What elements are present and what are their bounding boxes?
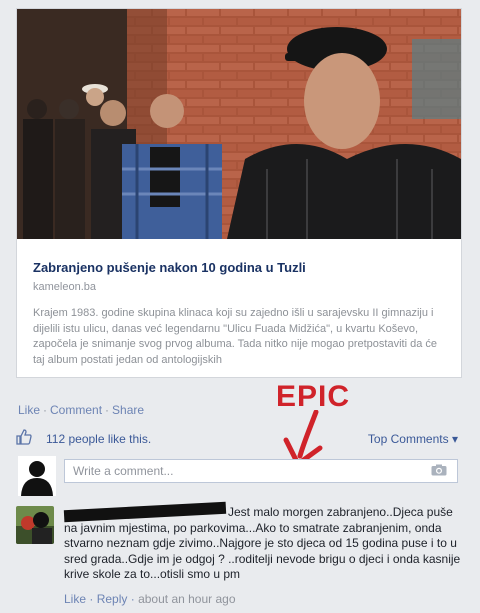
separator-dot: · xyxy=(89,592,94,606)
comment-input[interactable]: Write a comment... xyxy=(64,459,458,483)
link-domain: kameleon.ba xyxy=(33,281,96,293)
band-photo-image xyxy=(17,9,461,239)
epic-annotation: EPIC xyxy=(276,380,351,413)
band-photo[interactable] xyxy=(17,9,461,239)
comment-placeholder: Write a comment... xyxy=(73,464,174,478)
write-comment-row: Write a comment... xyxy=(14,452,466,498)
comment-item: Jest malo morgen zabranjeno..Djeca puše … xyxy=(14,501,466,613)
comment-like-link[interactable]: Like xyxy=(64,592,86,606)
comment-link[interactable]: Comment xyxy=(50,403,102,417)
camera-icon[interactable] xyxy=(431,464,447,476)
top-comments-dropdown[interactable]: Top Comments ▾ xyxy=(368,432,458,446)
comment-meta: Like · Reply · about an hour ago xyxy=(64,592,236,606)
user-avatar xyxy=(18,456,56,496)
likes-summary: 112 people like this. Top Comments ▾ xyxy=(14,429,466,451)
comment-text: Jest malo morgen zabranjeno..Djeca puše … xyxy=(64,505,461,581)
link-description: Krajem 1983. godine skupina klinaca koji… xyxy=(33,307,437,366)
link-preview-card[interactable]: Zabranjeno pušenje nakon 10 godina u Tuz… xyxy=(16,8,462,378)
link-title[interactable]: Zabranjeno pušenje nakon 10 godina u Tuz… xyxy=(33,260,306,275)
comment-timestamp[interactable]: about an hour ago xyxy=(138,592,235,606)
separator-dot: · xyxy=(43,403,48,417)
like-link[interactable]: Like xyxy=(18,403,40,417)
top-comments-label: Top Comments xyxy=(367,432,449,446)
separator-dot: · xyxy=(105,403,110,417)
thumbs-up-icon xyxy=(16,429,32,448)
separator-dot: · xyxy=(130,592,135,606)
likes-count[interactable]: 112 people like this. xyxy=(46,432,151,446)
commenter-avatar[interactable] xyxy=(16,506,54,544)
post-actions: Like · Comment · Share xyxy=(18,403,144,417)
caret-down-icon: ▾ xyxy=(451,432,458,446)
comment-reply-link[interactable]: Reply xyxy=(97,592,128,606)
share-link[interactable]: Share xyxy=(112,403,144,417)
